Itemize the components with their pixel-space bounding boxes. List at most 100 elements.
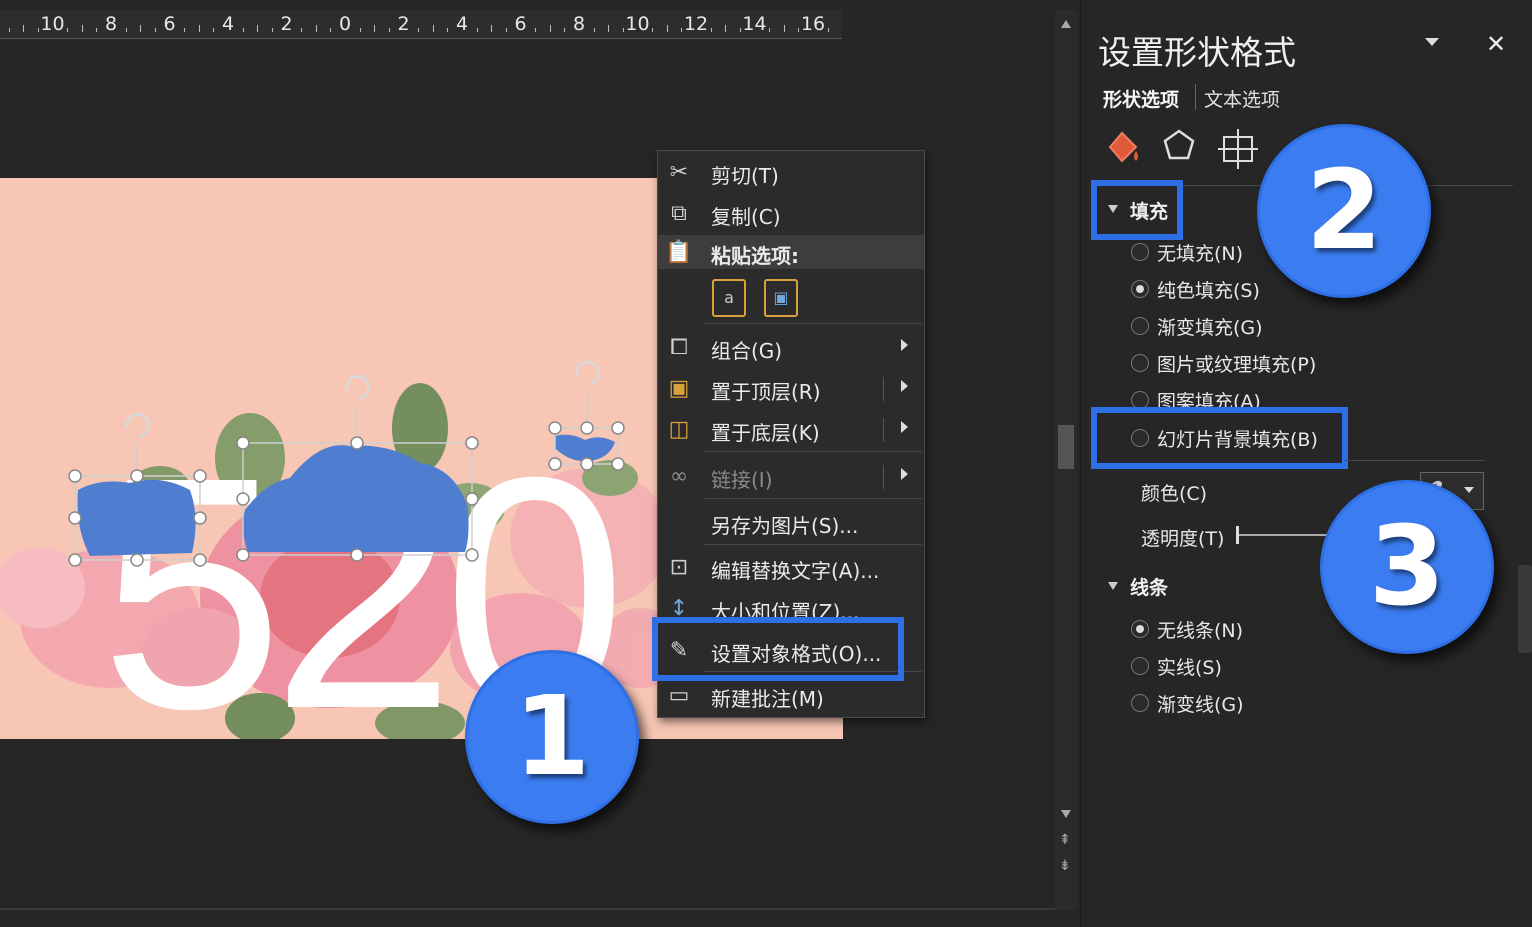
ruler-tick bbox=[271, 28, 273, 32]
panel-options-dropdown-icon[interactable] bbox=[1425, 38, 1439, 46]
radio-solid-fill[interactable] bbox=[1131, 280, 1149, 298]
copy-icon: ⧉ bbox=[671, 201, 687, 226]
radio-picture-fill[interactable] bbox=[1131, 354, 1149, 372]
ruler-number: 14 bbox=[742, 13, 767, 35]
ruler-tick bbox=[23, 25, 25, 32]
horizontal-scrollbar[interactable] bbox=[0, 908, 1055, 910]
menu-item-cut[interactable]: ✂ 剪切(T) bbox=[658, 155, 924, 191]
next-slide-icon[interactable]: ⇟ bbox=[1059, 858, 1071, 874]
ruler-number: 8 bbox=[572, 13, 586, 35]
panel-divider bbox=[1345, 460, 1485, 461]
menu-item-save-as-picture[interactable]: 另存为图片(S)... bbox=[658, 505, 924, 541]
ruler-tick bbox=[418, 28, 420, 32]
ruler-number: 12 bbox=[683, 13, 709, 35]
effects-pentagon-icon bbox=[1163, 129, 1195, 160]
radio-gradient-fill[interactable] bbox=[1131, 317, 1149, 335]
menu-header-paste-options: 📋 粘贴选项: bbox=[658, 235, 924, 269]
ruler-tick bbox=[827, 28, 829, 32]
paste-icon: 📋 bbox=[665, 240, 693, 265]
ruler-tick bbox=[67, 28, 69, 32]
scroll-down-arrow-icon[interactable] bbox=[1061, 810, 1071, 818]
ruler-tick bbox=[769, 28, 771, 32]
transparency-slider-track[interactable] bbox=[1239, 534, 1329, 536]
ruler-tick bbox=[608, 25, 610, 32]
vertical-scrollbar[interactable]: ⇞ ⇟ bbox=[1055, 10, 1077, 910]
blue-shape-left bbox=[77, 479, 196, 556]
ruler-number: 2 bbox=[397, 13, 410, 35]
ruler-tick bbox=[725, 25, 727, 32]
close-icon[interactable]: ✕ bbox=[1486, 30, 1506, 58]
menu-item-bring-to-front[interactable]: ▣ 置于顶层(R) bbox=[658, 371, 924, 407]
ruler-tick bbox=[301, 28, 303, 32]
ruler-tick bbox=[476, 28, 478, 32]
blue-shape-right bbox=[555, 434, 615, 462]
tab-text-options[interactable]: 文本选项 bbox=[1204, 85, 1280, 112]
callout-badge-1: 1 bbox=[465, 650, 639, 824]
new-comment-icon: ▭ bbox=[668, 683, 690, 708]
ruler-tick bbox=[330, 28, 332, 32]
highlight-fill-header bbox=[1091, 180, 1183, 240]
scroll-thumb[interactable] bbox=[1058, 425, 1074, 469]
submenu-arrow-icon[interactable] bbox=[901, 468, 908, 480]
send-to-back-icon: ◫ bbox=[668, 417, 690, 442]
paste-keep-text-icon[interactable]: a bbox=[712, 279, 746, 317]
group-icon: ⧠ bbox=[670, 335, 688, 360]
ruler-tick bbox=[564, 28, 566, 32]
ruler-tick bbox=[257, 25, 259, 32]
radio-no-fill[interactable] bbox=[1131, 243, 1149, 261]
line-section-header[interactable]: 线条 bbox=[1130, 573, 1168, 600]
paste-as-picture-icon[interactable]: ▣ bbox=[764, 279, 798, 317]
collapse-line-icon[interactable] bbox=[1108, 582, 1118, 590]
scroll-up-arrow-icon[interactable] bbox=[1061, 20, 1071, 28]
ruler-number: 6 bbox=[163, 13, 176, 35]
ruler-tick bbox=[798, 28, 800, 32]
ruler-tick bbox=[681, 28, 683, 32]
ruler-tick bbox=[125, 28, 127, 32]
menu-item-link[interactable]: ∞ 链接(I) bbox=[658, 459, 924, 495]
panel-side-handle[interactable] bbox=[1518, 565, 1532, 653]
previous-slide-icon[interactable]: ⇞ bbox=[1059, 832, 1071, 848]
ruler-tick bbox=[388, 28, 390, 32]
color-label: 颜色(C) bbox=[1141, 483, 1208, 505]
ruler-tick bbox=[81, 25, 83, 32]
size-properties-icon bbox=[1218, 129, 1258, 169]
ruler-tick bbox=[96, 28, 98, 32]
submenu-arrow-icon[interactable] bbox=[901, 421, 908, 433]
callout-badge-3: 3 bbox=[1320, 480, 1494, 654]
menu-divider bbox=[704, 323, 922, 324]
link-icon: ∞ bbox=[669, 464, 689, 489]
ruler-tick bbox=[447, 28, 449, 32]
ruler-tick bbox=[666, 25, 668, 32]
label-solid-fill: 纯色填充(S) bbox=[1157, 280, 1260, 302]
menu-item-copy[interactable]: ⧉ 复制(C) bbox=[658, 196, 924, 232]
split-divider bbox=[883, 418, 884, 442]
label-no-line: 无线条(N) bbox=[1157, 620, 1244, 642]
submenu-arrow-icon[interactable] bbox=[901, 380, 908, 392]
radio-solid-line[interactable] bbox=[1131, 657, 1149, 675]
scissors-icon: ✂ bbox=[669, 160, 689, 185]
highlight-format-object bbox=[652, 617, 904, 681]
ruler-tick bbox=[710, 28, 712, 32]
menu-item-edit-alt-text[interactable]: ⊡ 编辑替换文字(A)... bbox=[658, 550, 924, 586]
label-gradient-line: 渐变线(G) bbox=[1157, 694, 1244, 716]
ruler-number: 10 bbox=[40, 13, 65, 35]
ruler-tick bbox=[783, 25, 785, 32]
ruler-tick bbox=[652, 28, 654, 32]
menu-item-new-comment[interactable]: ▭ 新建批注(M) bbox=[658, 678, 924, 714]
label-gradient-fill: 渐变填充(G) bbox=[1157, 317, 1263, 339]
ruler-number: 10 bbox=[625, 13, 650, 35]
ruler-tick bbox=[8, 28, 10, 32]
ruler-tick bbox=[739, 28, 741, 32]
radio-no-line[interactable] bbox=[1131, 620, 1149, 638]
menu-item-send-to-back[interactable]: ◫ 置于底层(K) bbox=[658, 412, 924, 448]
ruler-number: 6 bbox=[514, 13, 527, 35]
blue-shape-center bbox=[243, 445, 469, 552]
ruler-number: 16 bbox=[800, 13, 826, 35]
chevron-down-icon bbox=[1464, 487, 1474, 493]
tab-shape-options[interactable]: 形状选项 bbox=[1103, 85, 1179, 112]
ruler-tick bbox=[184, 28, 186, 32]
menu-item-group[interactable]: ⧠ 组合(G) bbox=[658, 330, 924, 366]
submenu-arrow-icon bbox=[901, 339, 908, 351]
label-no-fill: 无填充(N) bbox=[1157, 243, 1244, 265]
radio-gradient-line[interactable] bbox=[1131, 694, 1149, 712]
